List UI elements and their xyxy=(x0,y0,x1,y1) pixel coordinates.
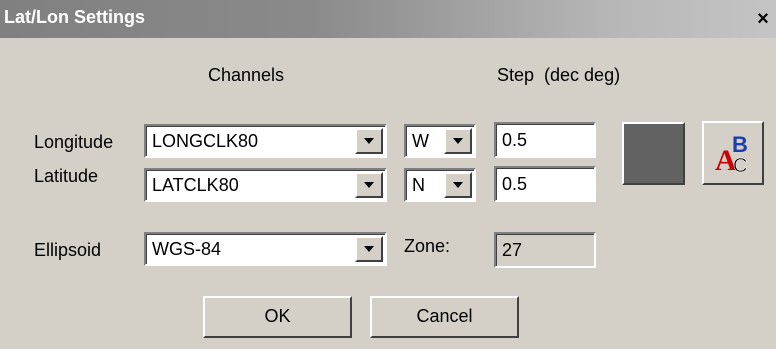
longitude-hemisphere-value: W xyxy=(412,131,429,151)
chevron-down-icon[interactable] xyxy=(444,128,472,154)
title-bar: Lat/Lon Settings × xyxy=(0,0,776,38)
latitude-hemisphere-value: N xyxy=(412,175,425,195)
step-header: Step (dec deg) xyxy=(497,65,621,85)
svg-text:B: B xyxy=(732,132,748,157)
window-title: Lat/Lon Settings xyxy=(4,7,145,27)
latitude-channel-select[interactable]: LATCLK80 xyxy=(144,168,387,202)
latitude-step-value: 0.5 xyxy=(502,174,528,194)
ok-button[interactable]: OK xyxy=(203,296,352,338)
longitude-channel-select[interactable]: LONGCLK80 xyxy=(144,124,387,158)
latitude-label: Latitude xyxy=(34,166,99,186)
longitude-label: Longitude xyxy=(34,132,114,152)
font-style-icon: A C B xyxy=(715,132,748,177)
chevron-down-icon[interactable] xyxy=(444,172,472,198)
svg-text:C: C xyxy=(733,155,747,177)
zone-label: Zone: xyxy=(404,236,451,256)
latitude-channel-value: LATCLK80 xyxy=(152,175,239,195)
longitude-hemisphere-select[interactable]: W xyxy=(404,124,476,158)
zone-value: 27 xyxy=(502,240,523,260)
close-icon[interactable]: × xyxy=(752,8,774,30)
longitude-step-value: 0.5 xyxy=(502,130,528,150)
longitude-step-input[interactable]: 0.5 xyxy=(494,122,596,158)
chevron-down-icon[interactable] xyxy=(355,236,383,262)
ellipsoid-value: WGS-84 xyxy=(152,239,222,259)
zone-field: 27 xyxy=(494,232,596,268)
cancel-button[interactable]: Cancel xyxy=(370,296,519,338)
ellipsoid-label: Ellipsoid xyxy=(34,240,102,260)
chevron-down-icon[interactable] xyxy=(355,128,383,154)
latitude-hemisphere-select[interactable]: N xyxy=(404,168,476,202)
font-button[interactable]: A C B xyxy=(702,121,764,185)
lat-lon-settings-dialog: Lat/Lon Settings × Channels Step (dec de… xyxy=(0,0,776,349)
channels-header: Channels xyxy=(208,65,285,85)
ellipsoid-select[interactable]: WGS-84 xyxy=(144,232,387,266)
latitude-step-input[interactable]: 0.5 xyxy=(494,166,596,202)
color-swatch-button[interactable] xyxy=(622,122,685,185)
longitude-channel-value: LONGCLK80 xyxy=(152,131,259,151)
chevron-down-icon[interactable] xyxy=(355,172,383,198)
